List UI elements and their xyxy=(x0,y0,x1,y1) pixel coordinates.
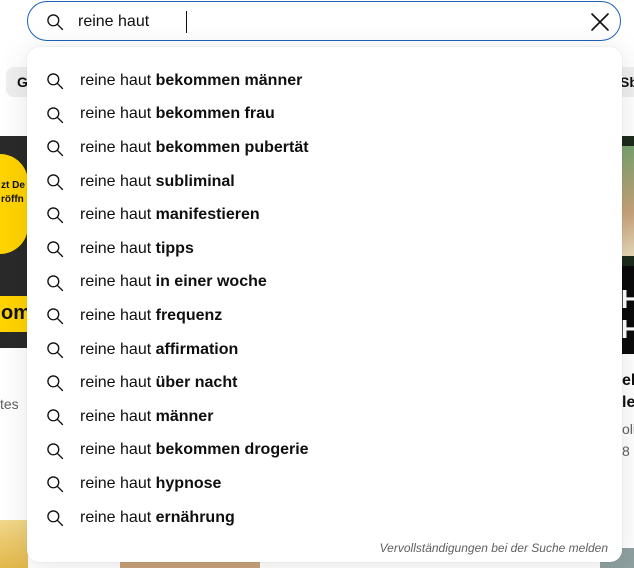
close-icon[interactable] xyxy=(588,10,612,34)
video-meta-right-line-2: 8 xyxy=(622,443,630,459)
suggestion-item[interactable]: reine haut affirmation xyxy=(27,333,622,367)
suggestion-text: reine haut subliminal xyxy=(80,173,235,191)
report-suggestions-link[interactable]: Vervollständigungen bei der Suche melden xyxy=(380,541,608,555)
video-thumbnail-left[interactable]: zt De röffn om xyxy=(0,136,28,348)
suggestion-item[interactable]: reine haut bekommen pubertät xyxy=(27,131,622,165)
suggestion-completion: männer xyxy=(155,407,214,425)
search-icon xyxy=(45,105,65,125)
suggestion-prefix: reine haut xyxy=(80,340,152,358)
search-icon xyxy=(45,373,65,393)
suggestion-completion: hypnose xyxy=(155,474,222,492)
suggestion-item[interactable]: reine haut männer xyxy=(27,400,622,434)
suggestion-text: reine haut bekommen pubertät xyxy=(80,139,309,157)
search-icon xyxy=(47,14,64,31)
suggestion-item[interactable]: reine haut in einer woche xyxy=(27,266,622,300)
suggestion-text: reine haut hypnose xyxy=(80,475,221,493)
suggestion-text: reine haut ernährung xyxy=(80,509,235,527)
suggestion-item[interactable]: reine haut manifestieren xyxy=(27,198,622,232)
suggestion-prefix: reine haut xyxy=(80,71,152,89)
suggestion-completion: bekommen frau xyxy=(155,105,275,123)
search-icon xyxy=(45,239,65,259)
filter-chip-right-label: Sb xyxy=(620,74,634,90)
suggestion-prefix: reine haut xyxy=(80,273,152,291)
search-icon xyxy=(45,474,65,494)
search-icon xyxy=(45,340,65,360)
search-icon xyxy=(45,306,65,326)
page: G Sb zt De röffn om tes H HA ell le oli … xyxy=(0,0,634,568)
thumbnail-text-3: om xyxy=(1,302,28,324)
search-icon xyxy=(45,205,65,225)
suggestion-item[interactable]: reine haut ernährung xyxy=(27,501,622,535)
video-meta-right: oli 8 xyxy=(622,418,634,462)
search-icon xyxy=(45,138,65,158)
search-icon xyxy=(45,273,65,293)
suggestion-item[interactable]: reine haut bekommen frau xyxy=(27,98,622,132)
suggestion-completion: über nacht xyxy=(155,374,238,392)
suggestion-text: reine haut manifestieren xyxy=(80,206,260,224)
search-input[interactable] xyxy=(78,7,568,37)
suggestion-prefix: reine haut xyxy=(80,441,152,459)
suggestion-list: reine haut bekommen männer reine haut bek… xyxy=(27,64,622,534)
video-meta-left: tes xyxy=(0,396,19,412)
suggestion-completion: tipps xyxy=(155,239,194,257)
suggestion-item[interactable]: reine haut über nacht xyxy=(27,366,622,400)
suggestion-text: reine haut männer xyxy=(80,408,213,426)
suggestion-prefix: reine haut xyxy=(80,206,152,224)
suggestion-prefix: reine haut xyxy=(80,105,152,123)
suggestion-prefix: reine haut xyxy=(80,474,152,492)
suggestion-prefix: reine haut xyxy=(80,239,152,257)
suggestion-item[interactable]: reine haut hypnose xyxy=(27,467,622,501)
suggestion-prefix: reine haut xyxy=(80,508,152,526)
video-thumbnail-bottom-left[interactable] xyxy=(0,520,28,568)
suggestion-text: reine haut affirmation xyxy=(80,341,238,359)
suggestion-completion: bekommen pubertät xyxy=(155,138,309,156)
suggestion-completion: subliminal xyxy=(155,172,235,190)
suggestion-item[interactable]: reine haut frequenz xyxy=(27,299,622,333)
suggestion-completion: frequenz xyxy=(155,306,223,324)
suggestion-text: reine haut frequenz xyxy=(80,307,222,325)
suggestion-completion: manifestieren xyxy=(155,206,260,224)
video-title-right-line-2: le xyxy=(622,394,634,411)
suggestion-item[interactable]: reine haut tipps xyxy=(27,232,622,266)
video-title-right[interactable]: ell le xyxy=(622,370,634,414)
suggestion-text: reine haut bekommen drogerie xyxy=(80,441,309,459)
suggestion-completion: affirmation xyxy=(155,340,239,358)
suggestion-text: reine haut tipps xyxy=(80,240,194,258)
suggestion-prefix: reine haut xyxy=(80,138,152,156)
search-icon xyxy=(45,407,65,427)
search-icon xyxy=(45,441,65,461)
video-title-right-line-1: ell xyxy=(622,372,634,389)
suggestion-prefix: reine haut xyxy=(80,374,152,392)
suggestion-item[interactable]: reine haut subliminal xyxy=(27,165,622,199)
search-icon xyxy=(45,71,65,91)
suggestion-prefix: reine haut xyxy=(80,306,152,324)
thumbnail-text-2: röffn xyxy=(1,194,24,205)
thumbnail-right-letters: H HA xyxy=(621,284,634,344)
thumbnail-text-1: zt De xyxy=(1,180,25,191)
video-thumbnail-right[interactable]: H HA xyxy=(620,136,634,354)
search-box xyxy=(27,1,621,41)
suggestion-completion: in einer woche xyxy=(155,273,267,291)
suggestion-prefix: reine haut xyxy=(80,407,152,425)
suggestion-item[interactable]: reine haut bekommen drogerie xyxy=(27,434,622,468)
suggestion-text: reine haut über nacht xyxy=(80,374,237,392)
suggestion-item[interactable]: reine haut bekommen männer xyxy=(27,64,622,98)
suggestion-text: reine haut bekommen männer xyxy=(80,72,302,90)
suggestion-text: reine haut in einer woche xyxy=(80,273,267,291)
suggestion-prefix: reine haut xyxy=(80,172,152,190)
video-meta-right-line-1: oli xyxy=(622,421,634,437)
suggestion-completion: bekommen männer xyxy=(155,71,303,89)
text-caret xyxy=(186,11,187,33)
search-icon xyxy=(45,172,65,192)
search-suggestions-dropdown: reine haut bekommen männer reine haut bek… xyxy=(27,47,622,562)
search-icon xyxy=(45,508,65,528)
suggestion-completion: ernährung xyxy=(155,508,235,526)
suggestion-text: reine haut bekommen frau xyxy=(80,105,275,123)
suggestion-completion: bekommen drogerie xyxy=(155,441,309,459)
